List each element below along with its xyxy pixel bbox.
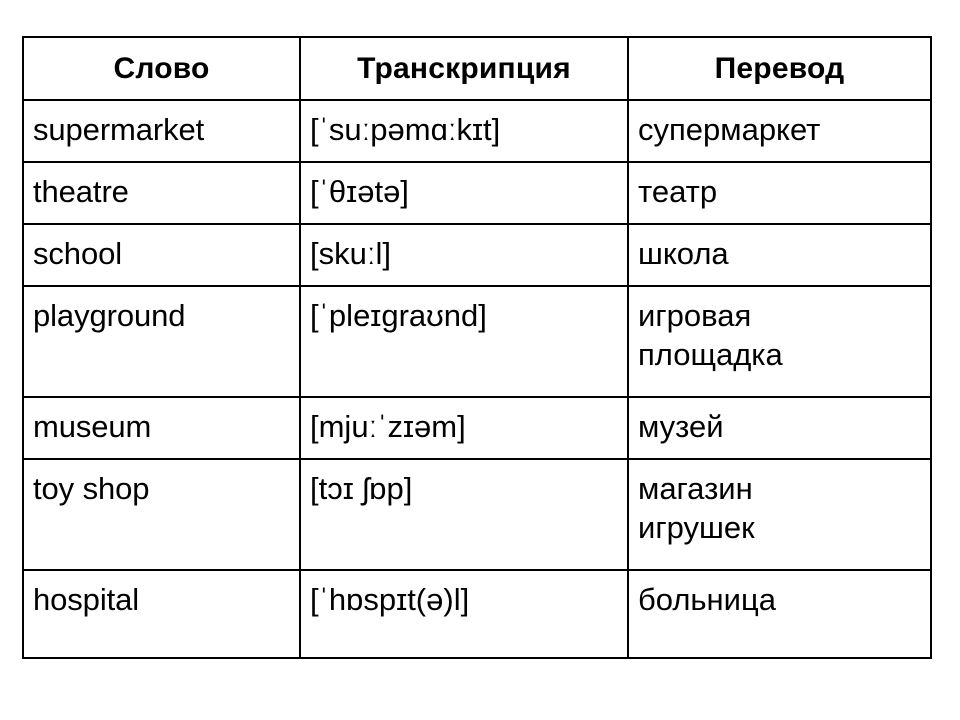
- cell-translation: театр: [627, 161, 932, 225]
- cell-translation: музей: [627, 396, 932, 460]
- cell-word: school: [22, 223, 301, 287]
- table-row: theatre [ˈθɪətə] театр: [22, 161, 932, 225]
- cell-transcription: [ˈsuːpəmɑːkɪt]: [299, 99, 629, 163]
- cell-translation: магазин игрушек: [627, 458, 932, 571]
- cell-translation: больница: [627, 569, 932, 659]
- column-header-translation: Перевод: [627, 36, 932, 101]
- table-body: supermarket [ˈsuːpəmɑːkɪt] супермаркет t…: [22, 99, 932, 659]
- table-row: playground [ˈpleɪgraʊnd] игровая площадк…: [22, 285, 932, 398]
- table-row: museum [mjuːˈzɪəm] музей: [22, 396, 932, 460]
- cell-translation: игровая площадка: [627, 285, 932, 398]
- cell-word: supermarket: [22, 99, 301, 163]
- table-header: Слово Транскрипция Перевод: [22, 36, 932, 101]
- vocabulary-sheet: Слово Транскрипция Перевод supermarket […: [0, 0, 960, 720]
- cell-word: toy shop: [22, 458, 301, 571]
- cell-translation: школа: [627, 223, 932, 287]
- table-header-row: Слово Транскрипция Перевод: [22, 36, 932, 101]
- cell-word: museum: [22, 396, 301, 460]
- vocabulary-table: Слово Транскрипция Перевод supermarket […: [22, 36, 932, 659]
- cell-word: theatre: [22, 161, 301, 225]
- cell-word: playground: [22, 285, 301, 398]
- column-header-transcription: Транскрипция: [299, 36, 629, 101]
- cell-transcription: [tɔɪ ʃɒp]: [299, 458, 629, 571]
- cell-word: hospital: [22, 569, 301, 659]
- table-row: supermarket [ˈsuːpəmɑːkɪt] супермаркет: [22, 99, 932, 163]
- table-row: hospital [ˈhɒspɪt(ə)l] больница: [22, 569, 932, 659]
- cell-transcription: [mjuːˈzɪəm]: [299, 396, 629, 460]
- table-row: toy shop [tɔɪ ʃɒp] магазин игрушек: [22, 458, 932, 571]
- cell-transcription: [ˈθɪətə]: [299, 161, 629, 225]
- cell-transcription: [skuːl]: [299, 223, 629, 287]
- table-row: school [skuːl] школа: [22, 223, 932, 287]
- cell-transcription: [ˈpleɪgraʊnd]: [299, 285, 629, 398]
- cell-translation: супермаркет: [627, 99, 932, 163]
- column-header-word: Слово: [22, 36, 301, 101]
- cell-transcription: [ˈhɒspɪt(ə)l]: [299, 569, 629, 659]
